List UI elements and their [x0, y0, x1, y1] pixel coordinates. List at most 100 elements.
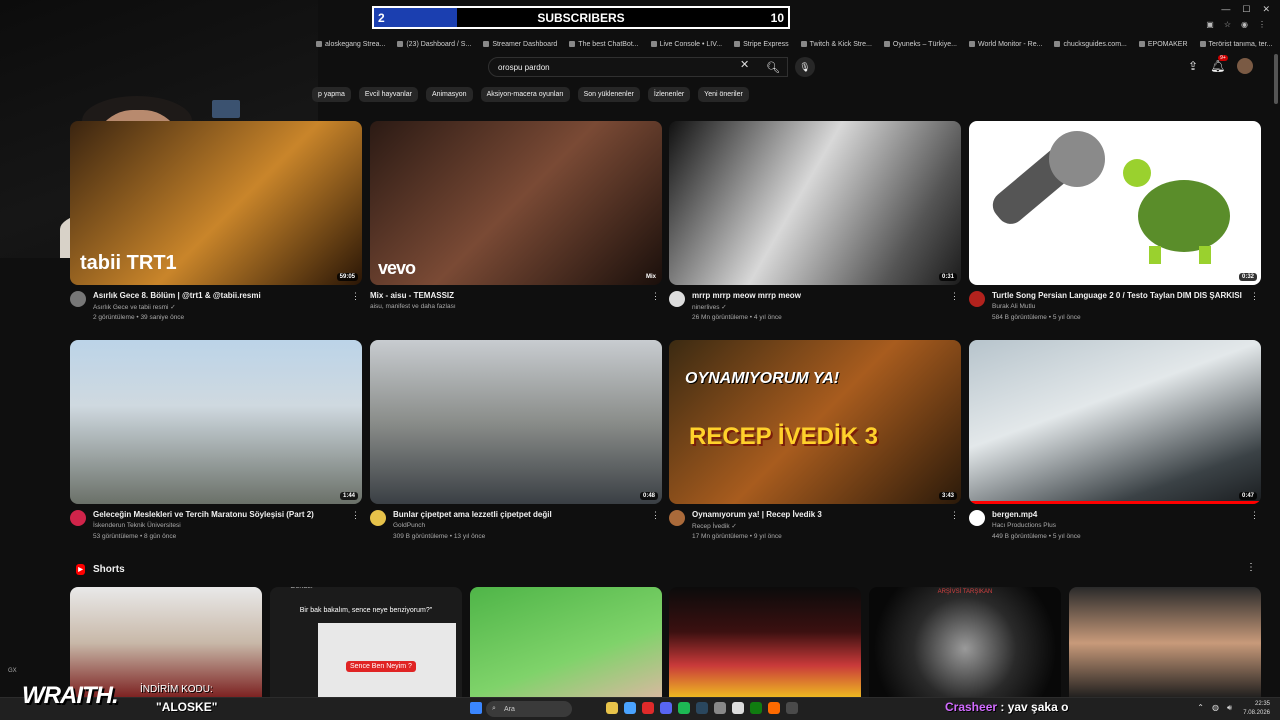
channel-name[interactable]: Asırlık Gece ve tabii resmi ✓	[93, 303, 176, 311]
account-avatar[interactable]	[1237, 58, 1254, 74]
short-thumbnail[interactable]	[1069, 587, 1261, 699]
app-icon[interactable]	[768, 702, 780, 714]
video-thumbnail[interactable]: 0:47	[969, 340, 1261, 504]
more-options-icon[interactable]: ⋮	[651, 510, 660, 521]
bookmark-label: Terörist tanıma, ter...	[1208, 40, 1273, 48]
bookmark-item[interactable]: Oyuneks – Türkiye...	[883, 41, 957, 48]
video-thumbnail[interactable]: vevo Mix	[370, 121, 662, 285]
clear-search-icon[interactable]: ✕	[740, 58, 749, 71]
minimize-icon[interactable]: —	[1221, 4, 1230, 15]
video-title[interactable]: bergen.mp4	[992, 510, 1247, 519]
channel-name[interactable]: Recep İvedik ✓	[692, 522, 737, 530]
video-title[interactable]: Asırlık Gece 8. Bölüm | @trt1 & @tabii.r…	[93, 291, 348, 300]
chevron-up-icon[interactable]: ⌃	[1197, 703, 1204, 713]
video-title[interactable]: Mix - aisu - TEMASSIZ	[370, 291, 625, 300]
channel-avatar[interactable]	[969, 510, 985, 526]
network-icon[interactable]: ◍	[1212, 703, 1219, 713]
bookmark-item[interactable]: Twitch & Kick Stre...	[800, 41, 872, 48]
bookmark-star-icon[interactable]: ☆	[1224, 20, 1231, 29]
filter-chip[interactable]: Animasyon	[425, 87, 473, 102]
video-thumbnail[interactable]: OYNAMIYORUM YA! RECEP İVEDİK 3 3:43	[669, 340, 961, 504]
short-thumbnail[interactable]	[669, 587, 861, 699]
channel-name[interactable]: İskenderun Teknik Üniversitesi	[93, 522, 181, 529]
channel-avatar[interactable]	[669, 291, 685, 307]
channel-name[interactable]: aisu, manifest ve daha fazlası	[370, 303, 456, 310]
file-explorer-icon[interactable]	[606, 702, 618, 714]
more-options-icon[interactable]: ⋮	[950, 291, 959, 302]
more-options-icon[interactable]: ⋮	[1250, 291, 1259, 302]
search-input[interactable]	[498, 62, 738, 72]
app-icon[interactable]	[714, 702, 726, 714]
bookmark-label: Stripe Express	[743, 40, 789, 48]
volume-icon[interactable]: 🔊︎	[1227, 703, 1232, 713]
voice-search-button[interactable]: 🎙︎	[795, 57, 815, 77]
more-options-icon[interactable]: ⋮	[950, 510, 959, 521]
channel-name[interactable]: Hacı Productions Plus	[992, 522, 1056, 529]
upload-icon[interactable]: ⇪	[1188, 59, 1198, 73]
bookmark-item[interactable]: aloskegang Strea...	[316, 41, 385, 48]
video-thumbnail[interactable]: 0:48	[370, 340, 662, 504]
video-title[interactable]: Oynamıyorum ya! | Recep İvedik 3	[692, 510, 947, 519]
shorts-more-icon[interactable]: ⋮	[1246, 562, 1256, 573]
short-thumbnail[interactable]: ARŞİVSİ TARŞIKAN	[869, 587, 1061, 699]
video-title[interactable]: Bunlar çipetpet ama lezzetli çipetpet de…	[393, 510, 648, 519]
extension-icon[interactable]: ▣	[1206, 20, 1214, 29]
channel-avatar[interactable]	[70, 510, 86, 526]
taskbar-clock[interactable]: 22:35 7.08.2026	[1243, 700, 1270, 718]
bookmark-item[interactable]: Live Console • LIV...	[650, 41, 722, 48]
video-title[interactable]: Turtle Song Persian Language 2 0 / Testo…	[992, 291, 1247, 300]
channel-avatar[interactable]	[370, 510, 386, 526]
short-thumbnail[interactable]: Gonder Bir bak bakalım, sence neye benziy…	[270, 587, 462, 699]
video-stats: 449 B görüntüleme • 5 yıl önce	[992, 533, 1081, 540]
video-thumbnail[interactable]: tabii TRT1 59:05	[70, 121, 362, 285]
video-title[interactable]: Geleceğin Meslekleri ve Tercih Maratonu …	[93, 510, 348, 519]
video-thumbnail[interactable]: 0:32	[969, 121, 1261, 285]
menu-icon[interactable]: ⋮	[1258, 20, 1266, 29]
maximize-icon[interactable]: ☐	[1242, 4, 1250, 15]
opera-icon[interactable]	[642, 702, 654, 714]
bookmark-item[interactable]: World Monitor - Re...	[968, 41, 1042, 48]
bookmark-item[interactable]: Stripe Express	[734, 41, 789, 48]
filter-chip[interactable]: Evcil hayvanlar	[358, 87, 418, 102]
video-title[interactable]: mrrp mrrp meow mrrp meow	[692, 291, 947, 300]
search-button[interactable]: 🔍︎	[760, 57, 786, 77]
bookmark-item[interactable]: Streamer Dashboard	[483, 41, 557, 48]
channel-avatar[interactable]	[969, 291, 985, 307]
bookmark-item[interactable]: (23) Dashboard / S...	[397, 41, 471, 48]
close-icon[interactable]: ✕	[1262, 4, 1270, 15]
more-options-icon[interactable]: ⋮	[1250, 510, 1259, 521]
bookmark-item[interactable]: chucksguides.com...	[1054, 41, 1127, 48]
chat-message: Crasheer : yav şaka o	[945, 700, 1068, 714]
settings-icon[interactable]	[786, 702, 798, 714]
bookmark-item[interactable]: EPOMAKER	[1138, 41, 1188, 48]
channel-avatar[interactable]	[70, 291, 86, 307]
filter-chip[interactable]: Yeni öneriler	[698, 87, 749, 102]
channel-name[interactable]: Burak Ali Mutlu	[992, 303, 1035, 310]
favicon-icon	[800, 41, 807, 47]
browser-icon[interactable]	[624, 702, 636, 714]
discord-icon[interactable]	[660, 702, 672, 714]
page-scrollbar[interactable]	[1274, 54, 1278, 104]
more-options-icon[interactable]: ⋮	[351, 291, 360, 302]
filter-chip[interactable]: İzlenenler	[647, 87, 691, 102]
steam-icon[interactable]	[696, 702, 708, 714]
more-options-icon[interactable]: ⋮	[351, 510, 360, 521]
profile-icon[interactable]: ◉	[1241, 20, 1248, 29]
video-thumbnail[interactable]: 1:44	[70, 340, 362, 504]
filter-chip[interactable]: p yapma	[312, 87, 351, 102]
more-options-icon[interactable]: ⋮	[651, 291, 660, 302]
app-icon[interactable]	[732, 702, 744, 714]
channel-avatar[interactable]	[669, 510, 685, 526]
video-thumbnail[interactable]: 0:31	[669, 121, 961, 285]
short-thumbnail[interactable]	[470, 587, 662, 699]
filter-chip[interactable]: Aksiyon-macera oyunları	[480, 87, 570, 102]
bookmark-item[interactable]: The best ChatBot...	[569, 41, 639, 48]
xbox-icon[interactable]	[750, 702, 762, 714]
bookmark-item[interactable]: Terörist tanıma, ter...	[1199, 40, 1273, 48]
channel-name[interactable]: ninerlives ✓	[692, 303, 727, 311]
favicon-icon	[650, 41, 657, 47]
spotify-icon[interactable]	[678, 702, 690, 714]
filter-chip[interactable]: Son yüklenenler	[577, 87, 640, 102]
channel-name[interactable]: GoldPunch	[393, 522, 425, 529]
notifications-bell-icon[interactable]: 🔔︎ 9+	[1210, 55, 1228, 73]
